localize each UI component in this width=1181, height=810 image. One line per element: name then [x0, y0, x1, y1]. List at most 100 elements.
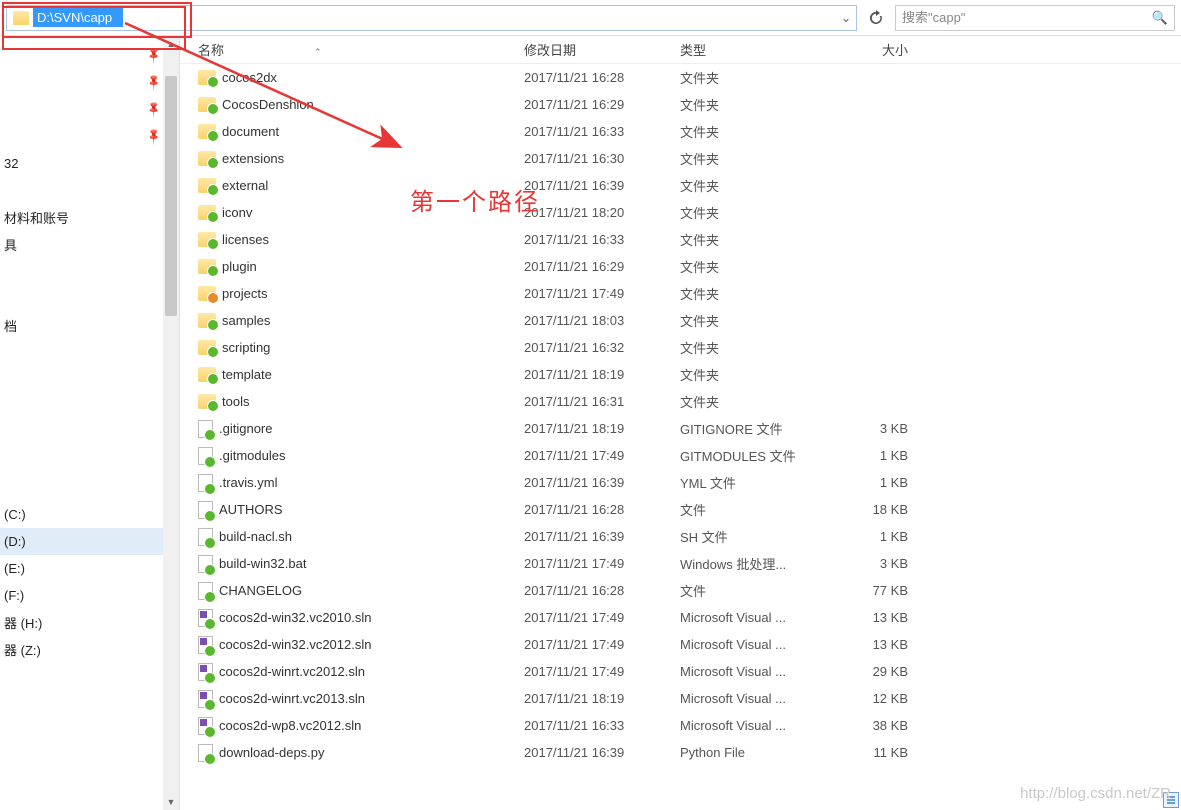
file-row[interactable]: iconv2017/11/21 18:20文件夹: [180, 199, 1181, 226]
sidebar-item[interactable]: (F:): [0, 582, 179, 609]
sidebar-item[interactable]: [0, 366, 179, 393]
sidebar-item[interactable]: [0, 474, 179, 501]
file-type: 文件夹: [680, 365, 832, 384]
file-size: 77 KB: [832, 583, 932, 598]
header-name[interactable]: 名称⌃: [192, 40, 524, 59]
file-name: .travis.yml: [219, 475, 278, 490]
search-icon: 🔍: [1152, 10, 1168, 26]
column-headers: 名称⌃ 修改日期 类型 大小: [180, 36, 1181, 64]
file-type: 文件夹: [680, 257, 832, 276]
file-date: 2017/11/21 18:20: [524, 205, 680, 220]
file-size: 38 KB: [832, 718, 932, 733]
file-row[interactable]: licenses2017/11/21 16:33文件夹: [180, 226, 1181, 253]
sidebar-item[interactable]: 器 (Z:): [0, 636, 179, 663]
file-row[interactable]: cocos2d-winrt.vc2012.sln2017/11/21 17:49…: [180, 658, 1181, 685]
file-date: 2017/11/21 16:39: [524, 529, 680, 544]
file-row[interactable]: CHANGELOG2017/11/21 16:28文件77 KB: [180, 577, 1181, 604]
sidebar-item[interactable]: [0, 177, 179, 204]
file-date: 2017/11/21 17:49: [524, 286, 680, 301]
file-row[interactable]: samples2017/11/21 18:03文件夹: [180, 307, 1181, 334]
sidebar-item[interactable]: [0, 339, 179, 366]
file-row[interactable]: .gitignore2017/11/21 18:19GITIGNORE 文件3 …: [180, 415, 1181, 442]
sidebar-item[interactable]: 档: [0, 312, 179, 339]
file-row[interactable]: template2017/11/21 18:19文件夹: [180, 361, 1181, 388]
address-dropdown-icon[interactable]: ⌄: [836, 10, 856, 26]
folder-icon: [198, 97, 216, 112]
pin-icon: 📌: [145, 73, 164, 92]
file-name: plugin: [222, 259, 257, 274]
file-date: 2017/11/21 16:29: [524, 97, 680, 112]
file-row[interactable]: build-nacl.sh2017/11/21 16:39SH 文件1 KB: [180, 523, 1181, 550]
sidebar-item[interactable]: 📌: [0, 42, 179, 69]
header-type[interactable]: 类型: [680, 40, 832, 59]
file-date: 2017/11/21 16:39: [524, 475, 680, 490]
scroll-up-icon[interactable]: ▲: [163, 36, 179, 52]
file-row[interactable]: extensions2017/11/21 16:30文件夹: [180, 145, 1181, 172]
sidebar-item[interactable]: 具: [0, 231, 179, 258]
file-row[interactable]: cocos2dx2017/11/21 16:28文件夹: [180, 64, 1181, 91]
file-row[interactable]: cocos2d-win32.vc2010.sln2017/11/21 17:49…: [180, 604, 1181, 631]
details-pane-toggle[interactable]: [1163, 792, 1179, 808]
file-row[interactable]: download-deps.py2017/11/21 16:39Python F…: [180, 739, 1181, 766]
sidebar-item-label: 具: [4, 235, 17, 254]
file-row[interactable]: scripting2017/11/21 16:32文件夹: [180, 334, 1181, 361]
sidebar-item[interactable]: [0, 285, 179, 312]
sidebar-item[interactable]: 📌: [0, 96, 179, 123]
sidebar-item[interactable]: 材料和账号: [0, 204, 179, 231]
content-area: 名称⌃ 修改日期 类型 大小 cocos2dx2017/11/21 16:28文…: [180, 36, 1181, 810]
file-row[interactable]: build-win32.bat2017/11/21 17:49Windows 批…: [180, 550, 1181, 577]
file-size: 29 KB: [832, 664, 932, 679]
content-scrollbar[interactable]: [1165, 64, 1181, 810]
sidebar-item[interactable]: [0, 447, 179, 474]
folder-icon: [198, 367, 216, 382]
file-row[interactable]: .gitmodules2017/11/21 17:49GITMODULES 文件…: [180, 442, 1181, 469]
sidebar-item[interactable]: 32: [0, 150, 179, 177]
file-row[interactable]: AUTHORS2017/11/21 16:28文件18 KB: [180, 496, 1181, 523]
address-bar[interactable]: ⌄: [6, 5, 857, 31]
file-row[interactable]: plugin 2017/11/21 16:29文件夹: [180, 253, 1181, 280]
search-box[interactable]: 🔍: [895, 5, 1175, 31]
sidebar-item[interactable]: [0, 258, 179, 285]
file-type: GITIGNORE 文件: [680, 419, 832, 438]
folder-icon: [198, 178, 216, 193]
file-date: 2017/11/21 16:29: [524, 259, 680, 274]
file-row[interactable]: projects2017/11/21 17:49文件夹: [180, 280, 1181, 307]
address-input[interactable]: [33, 8, 123, 27]
folder-icon: [198, 124, 216, 139]
file-row[interactable]: cocos2d-winrt.vc2013.sln2017/11/21 18:19…: [180, 685, 1181, 712]
sidebar-item[interactable]: (C:): [0, 501, 179, 528]
file-row[interactable]: cocos2d-win32.vc2012.sln2017/11/21 17:49…: [180, 631, 1181, 658]
search-input[interactable]: [902, 10, 1152, 25]
file-size: 12 KB: [832, 691, 932, 706]
folder-icon: [198, 259, 216, 274]
file-row[interactable]: .travis.yml2017/11/21 16:39YML 文件1 KB: [180, 469, 1181, 496]
file-name: scripting: [222, 340, 270, 355]
scroll-down-icon[interactable]: ▼: [163, 794, 179, 810]
file-row[interactable]: document2017/11/21 16:33文件夹: [180, 118, 1181, 145]
file-type: 文件夹: [680, 284, 832, 303]
header-date[interactable]: 修改日期: [524, 40, 680, 59]
file-type: Microsoft Visual ...: [680, 637, 832, 652]
header-size[interactable]: 大小: [832, 40, 932, 59]
folder-icon: [198, 394, 216, 409]
sidebar-scrollbar[interactable]: ▲ ▼: [163, 36, 179, 810]
file-row[interactable]: tools2017/11/21 16:31文件夹: [180, 388, 1181, 415]
scroll-thumb[interactable]: [165, 76, 177, 316]
sidebar-item[interactable]: [0, 420, 179, 447]
file-row[interactable]: external2017/11/21 16:39文件夹: [180, 172, 1181, 199]
sidebar-item[interactable]: (E:): [0, 555, 179, 582]
file-icon: [198, 474, 213, 492]
file-row[interactable]: CocosDenshion2017/11/21 16:29文件夹: [180, 91, 1181, 118]
file-size: 13 KB: [832, 610, 932, 625]
file-date: 2017/11/21 16:33: [524, 718, 680, 733]
file-row[interactable]: cocos2d-wp8.vc2012.sln2017/11/21 16:33Mi…: [180, 712, 1181, 739]
sidebar-item[interactable]: [0, 393, 179, 420]
pin-icon: 📌: [145, 46, 164, 65]
sidebar-item[interactable]: 器 (H:): [0, 609, 179, 636]
sidebar-item[interactable]: 📌: [0, 123, 179, 150]
sidebar-item[interactable]: (D:): [0, 528, 179, 555]
main-area: 📌📌📌📌32材料和账号具档 (C:) (D:) (E:) (F:)器 (H:)器…: [0, 36, 1181, 810]
refresh-button[interactable]: [863, 5, 889, 31]
solution-file-icon: [198, 717, 213, 735]
sidebar-item[interactable]: 📌: [0, 69, 179, 96]
